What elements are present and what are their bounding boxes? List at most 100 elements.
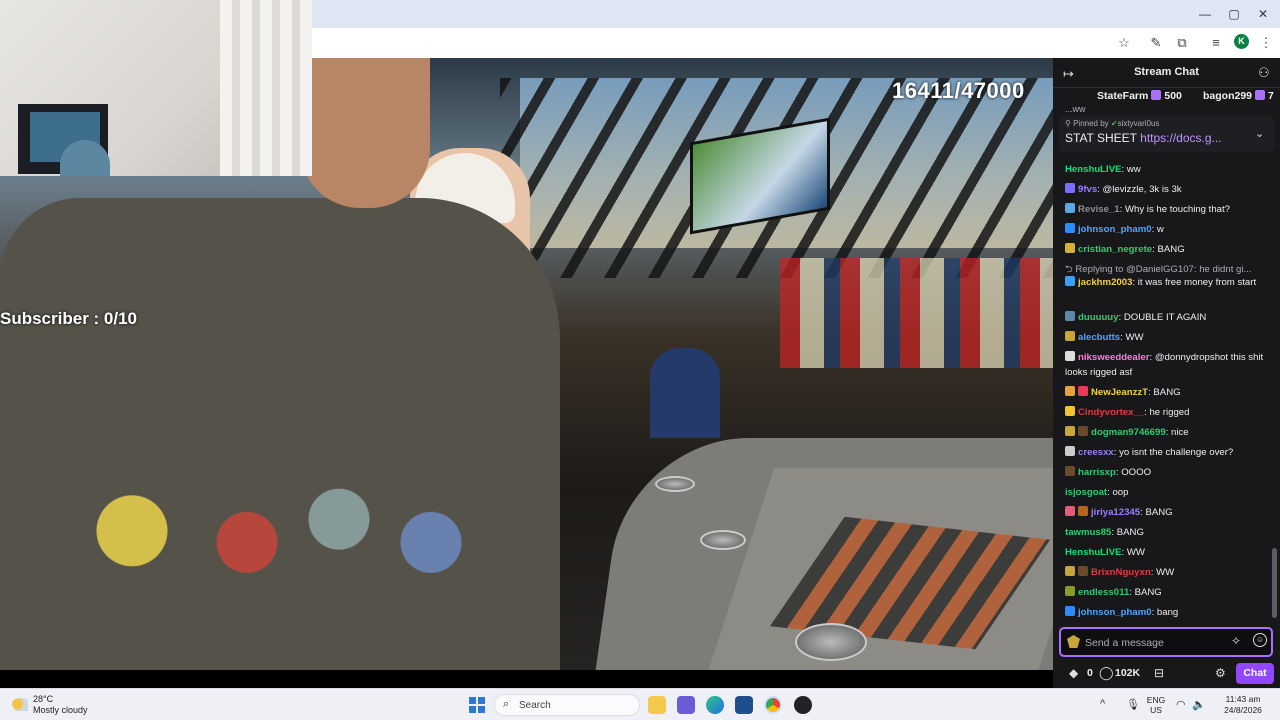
weather-description[interactable]: Mostly cloudy [33, 705, 88, 715]
chat-message[interactable]: 9fvs: @levizzle, 3k is 3k [1065, 182, 1265, 197]
chat-username[interactable]: harrisxp [1078, 467, 1116, 478]
chat-username[interactable]: endless011 [1078, 587, 1129, 598]
chat-badge-icon[interactable] [1065, 331, 1075, 341]
windows-start-icon[interactable] [469, 697, 485, 713]
prediction-icon[interactable]: ⊟ [1154, 666, 1164, 680]
store-icon[interactable] [735, 696, 753, 714]
weather-temperature[interactable]: 28°C [33, 694, 53, 704]
extension-feather-icon[interactable]: ✎ [1147, 34, 1165, 52]
chat-badge-icon[interactable] [1065, 276, 1075, 286]
chat-scrollbar[interactable] [1272, 548, 1277, 618]
minimize-button[interactable]: — [1194, 5, 1216, 23]
chat-badge-icon[interactable] [1065, 426, 1075, 436]
chat-username[interactable]: HenshuLIVE [1065, 164, 1122, 175]
chat-message[interactable]: creesxx: yo isnt the challenge over? [1065, 445, 1265, 460]
maximize-button[interactable]: ▢ [1223, 5, 1245, 23]
system-clock[interactable]: 11:43 am 24/8/2026 [1213, 694, 1273, 716]
chat-username[interactable]: Revise_1 [1078, 204, 1120, 215]
chat-message[interactable]: alecbutts: WW [1065, 330, 1265, 345]
weather-cloud-icon[interactable] [12, 697, 28, 711]
bookmark-star-icon[interactable]: ☆ [1115, 34, 1133, 52]
chevron-down-icon[interactable]: ⌄ [1255, 127, 1264, 140]
chat-message[interactable]: HenshuLIVE: ww [1065, 162, 1265, 177]
chat-badge-icon[interactable] [1065, 506, 1075, 516]
chat-message[interactable]: HenshuLIVE: WW [1065, 545, 1265, 560]
chat-username[interactable]: jiriya12345 [1091, 507, 1140, 518]
chat-badge-icon[interactable] [1078, 506, 1088, 516]
chat-settings-gear-icon[interactable]: ⚙ [1215, 666, 1226, 680]
chat-badge-icon[interactable] [1065, 566, 1075, 576]
chat-badge-icon[interactable] [1065, 406, 1075, 416]
chat-badge-icon[interactable] [1065, 446, 1075, 456]
chat-badge-icon[interactable] [1078, 386, 1088, 396]
chat-username[interactable]: BrixnNguyxn [1091, 567, 1151, 578]
tray-chevron-up-icon[interactable]: ^ [1100, 698, 1105, 710]
chat-badge-icon[interactable] [1065, 351, 1075, 361]
chat-username[interactable]: dogman9746699 [1091, 427, 1166, 438]
chat-badge-icon[interactable] [1065, 311, 1075, 321]
input-language[interactable]: ENG [1142, 695, 1170, 705]
wifi-icon[interactable]: ◠ [1176, 698, 1186, 711]
leaderboard-item[interactable]: StateFarm 500 [1097, 90, 1182, 102]
close-window-button[interactable]: ✕ [1252, 5, 1274, 23]
chat-badge-icon[interactable] [1065, 183, 1075, 193]
leaderboard-item[interactable]: bagon299 7 [1203, 90, 1274, 102]
chat-message[interactable]: johnson_pham0: bang [1065, 605, 1265, 620]
chat-badge-icon[interactable] [1065, 203, 1075, 213]
chat-message[interactable]: Cindyvortex__: he rigged [1065, 405, 1265, 420]
chrome-icon[interactable] [764, 696, 782, 714]
chat-message[interactable]: johnson_pham0: w [1065, 222, 1265, 237]
chat-badge-icon[interactable] [1065, 466, 1075, 476]
chat-message[interactable]: jackhm2003: it was free money from start [1065, 275, 1265, 290]
app-icon[interactable] [794, 696, 812, 714]
taskbar-search[interactable]: ⌕ Search [494, 694, 640, 716]
chat-message[interactable]: harrisxp: OOOO [1065, 465, 1265, 480]
magic-wand-icon[interactable]: ✧ [1231, 634, 1241, 648]
chat-username[interactable]: jackhm2003 [1078, 277, 1132, 288]
chat-message-list[interactable]: HenshuLIVE: ww 9fvs: @levizzle, 3k is 3k R… [1053, 156, 1280, 626]
chat-input-box[interactable]: ✧ ☺ [1059, 627, 1273, 657]
chat-username[interactable]: HenshuLIVE [1065, 547, 1122, 558]
microphone-icon[interactable]: 🎙 [1126, 698, 1140, 711]
chat-username[interactable]: johnson_pham0 [1078, 224, 1152, 235]
chat-message[interactable]: isjosgoat: oop [1065, 485, 1265, 500]
chat-badge-icon[interactable] [1065, 386, 1075, 396]
channel-points-icon[interactable]: ◆ [1069, 666, 1078, 680]
chat-message[interactable]: dogman9746699: nice [1065, 425, 1265, 440]
chat-username[interactable]: 9fvs [1078, 184, 1097, 195]
chat-send-button[interactable]: Chat [1236, 663, 1274, 684]
chat-message[interactable]: niksweeddealer: @donnydropshot this shit… [1065, 350, 1265, 380]
chat-message[interactable]: tawmus85: BANG [1065, 525, 1265, 540]
chat-badge-icon[interactable] [1078, 426, 1088, 436]
pinned-message[interactable]: ⚲ Pinned by ✔sixtyvari0us STAT SHEET htt… [1059, 116, 1274, 152]
chat-badge-icon[interactable] [1065, 606, 1075, 616]
browser-menu-icon[interactable]: ⋮ [1257, 34, 1275, 52]
media-control-icon[interactable]: ≡ [1207, 34, 1225, 52]
chat-message[interactable]: jiriya12345: BANG [1065, 505, 1265, 520]
pinned-link[interactable]: https://docs.g... [1140, 131, 1221, 145]
chat-message[interactable]: endless011: BANG [1065, 585, 1265, 600]
community-users-icon[interactable]: ⚇ [1258, 65, 1270, 81]
chat-message[interactable]: NewJeanzzT: BANG [1065, 385, 1265, 400]
input-region[interactable]: US [1142, 705, 1170, 715]
chat-message[interactable]: duuuuuy: DOUBLE IT AGAIN [1065, 310, 1265, 325]
chat-username[interactable]: duuuuuy [1078, 312, 1119, 323]
chat-badge-icon[interactable] [1065, 586, 1075, 596]
chat-badge-icon[interactable] [1065, 243, 1075, 253]
profile-avatar[interactable]: K [1234, 34, 1249, 49]
volume-icon[interactable]: 🔈 [1192, 698, 1206, 711]
teams-icon[interactable] [677, 696, 695, 714]
chat-badge-icon[interactable] [1078, 566, 1088, 576]
edge-icon[interactable] [706, 696, 724, 714]
chat-username[interactable]: alecbutts [1078, 332, 1120, 343]
chat-badge-icon[interactable] [1065, 223, 1075, 233]
chat-message[interactable]: cristian_negrete: BANG [1065, 242, 1265, 257]
chat-username[interactable]: cristian_negrete [1078, 244, 1152, 255]
chat-username[interactable]: creesxx [1078, 447, 1114, 458]
emote-picker-icon[interactable]: ☺ [1253, 633, 1267, 647]
chat-message[interactable]: BrixnNguyxn: WW [1065, 565, 1265, 580]
extensions-puzzle-icon[interactable]: ⧉ [1173, 34, 1191, 52]
chat-input[interactable] [1085, 634, 1225, 651]
chat-username[interactable]: isjosgoat [1065, 487, 1107, 498]
chat-username[interactable]: tawmus85 [1065, 527, 1111, 538]
